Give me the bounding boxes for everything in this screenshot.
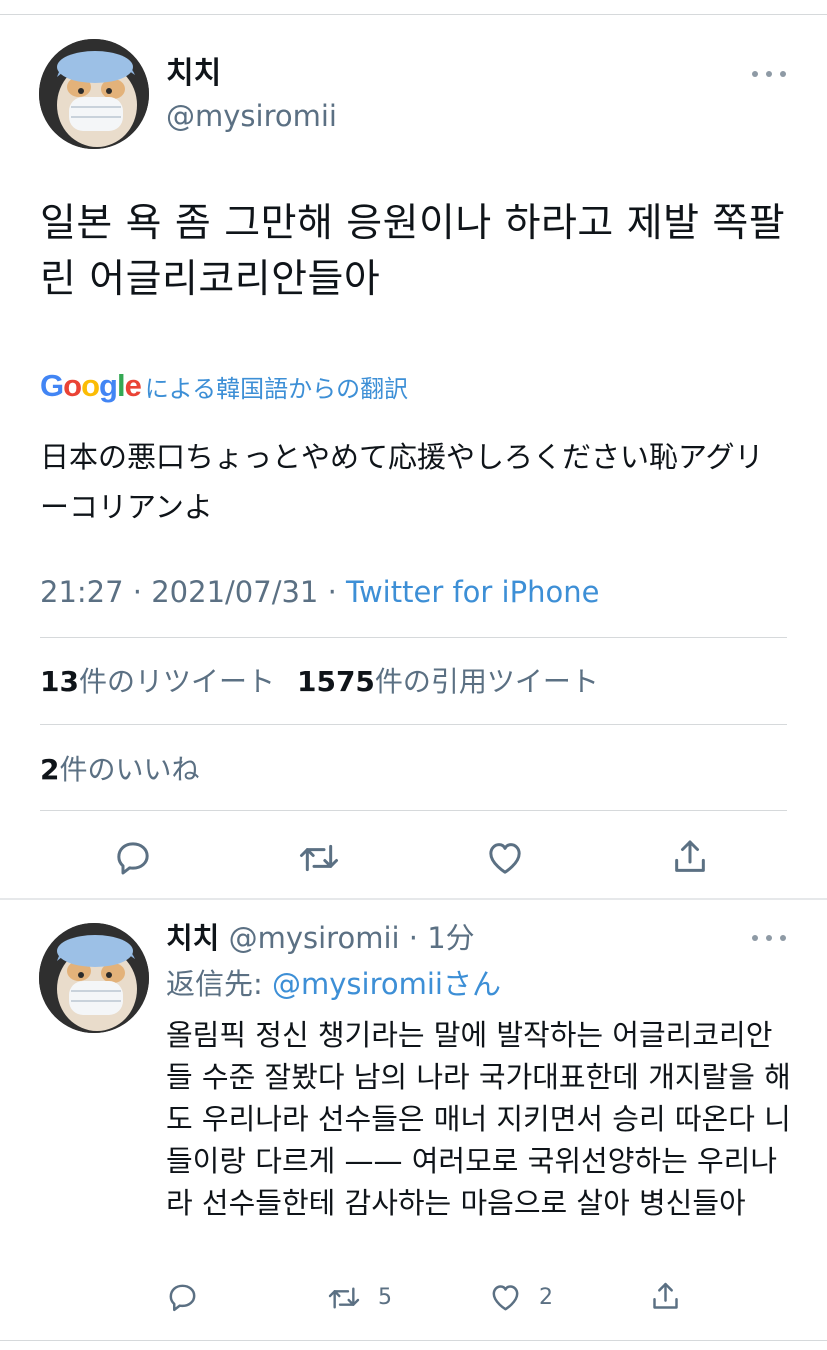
reply-author-handle[interactable]: @mysiromii (229, 921, 400, 955)
divider (40, 637, 787, 638)
reply-author-name[interactable]: 치치 (166, 921, 219, 955)
mention-handle: @mysiromii (272, 967, 443, 1001)
reply-tweet-text: 올림픽 정신 챙기라는 말에 발작하는 어글리코리안들 수준 잘봤다 남의 나라… (166, 1018, 791, 1220)
replying-to-mention[interactable]: @mysiromiiさん (272, 967, 501, 1001)
more-options-icon[interactable] (752, 68, 786, 80)
retweet-icon[interactable] (297, 838, 341, 878)
reply-header: 치치 @mysiromii · 1分 (166, 921, 475, 955)
retweets-count: 13 (40, 665, 79, 698)
top-divider (0, 14, 827, 15)
likes-stat[interactable]: 2件のいいね (40, 750, 200, 790)
reply-share-icon[interactable] (649, 1279, 682, 1314)
reply-author-avatar[interactable] (39, 923, 149, 1033)
author-handle[interactable]: @mysiromii (166, 96, 337, 136)
quotes-label: 件の引用ツイート (374, 665, 599, 698)
reply-like-icon[interactable] (488, 1281, 523, 1314)
author-avatar[interactable] (39, 39, 149, 149)
author-display-name[interactable]: 치치 (166, 54, 221, 94)
reply-retweet-count: 5 (378, 1285, 392, 1310)
divider (40, 810, 787, 811)
like-icon[interactable] (484, 838, 526, 878)
translation-label: による韓国語からの翻訳 (144, 374, 409, 403)
translated-text: 日本の悪口ちょっとやめて応援やしろください恥アグリーコリアンよ (40, 440, 764, 524)
tweet-meta: 21:27 · 2021/07/31 · Twitter for iPhone (40, 575, 600, 609)
cat-avatar-image (39, 39, 149, 149)
tweet-date[interactable]: 2021/07/31 (151, 575, 318, 609)
google-logo: Google (40, 368, 142, 403)
reply-retweet-icon[interactable] (326, 1282, 362, 1314)
replying-to-prefix: 返信先: (166, 967, 272, 1001)
quotes-stat[interactable]: 1575件の引用ツイート (297, 665, 599, 698)
retweets-stat[interactable]: 13件のリツイート (40, 665, 275, 698)
divider (40, 724, 787, 725)
replying-to: 返信先: @mysiromiiさん (166, 964, 501, 1004)
tweet-text: 일본 욕 좀 그만해 응원이나 하라고 제발 쪽팔린 어글리코리안들아 (40, 201, 786, 302)
mention-suffix: さん (442, 967, 501, 1001)
quotes-count: 1575 (296, 665, 375, 698)
likes-count: 2 (40, 753, 60, 786)
reply-icon[interactable] (113, 838, 153, 878)
bottom-divider (0, 1340, 827, 1341)
likes-label: 件のいいね (59, 753, 200, 786)
tweet-stats: 13件のリツイート 1575件の引用ツイート (40, 662, 599, 702)
tweet-source[interactable]: Twitter for iPhone (346, 575, 599, 609)
tweet-time[interactable]: 21:27 (40, 575, 124, 609)
reply-more-options-icon[interactable] (752, 932, 786, 944)
translation-attribution: Google による韓国語からの翻訳 (40, 366, 408, 406)
reply-reply-icon[interactable] (166, 1281, 199, 1314)
reply-time[interactable]: 1分 (427, 921, 474, 955)
section-divider (0, 898, 827, 900)
cat-avatar-image (39, 923, 149, 1033)
retweets-label: 件のリツイート (78, 665, 275, 698)
reply-like-count: 2 (539, 1285, 553, 1310)
share-icon[interactable] (670, 836, 710, 878)
